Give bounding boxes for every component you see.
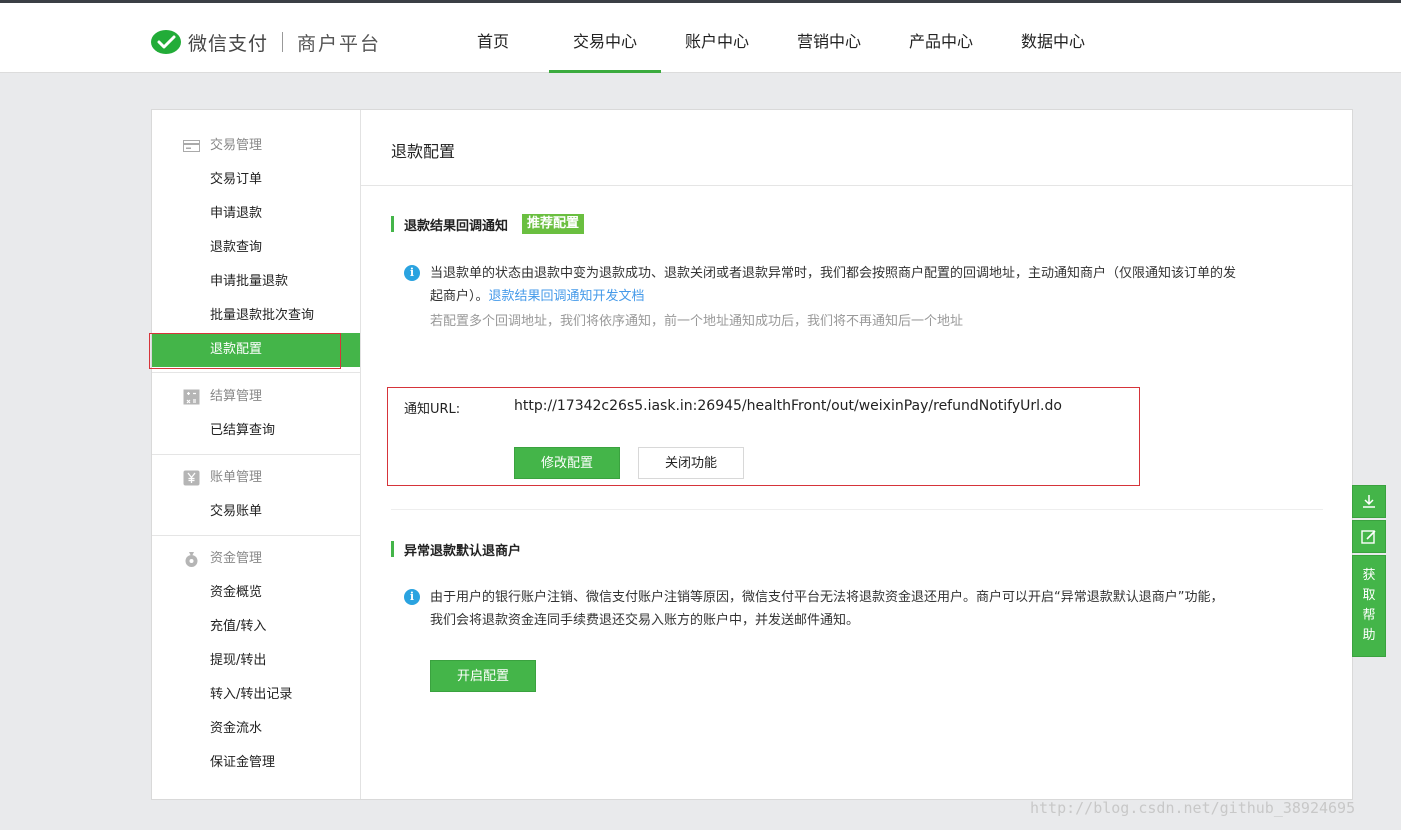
brand-name: 微信支付 [188,32,269,55]
nav-account-center[interactable]: 账户中心 [661,3,773,73]
sidebar-group-settle: 结算管理 已结算查询 [152,380,360,448]
sidebar-group-trade: 交易管理 交易订单 申请退款 退款查询 申请批量退款 批量退款批次查询 退款配置 [152,129,360,367]
sidebar-group-label: 交易管理 [210,138,263,153]
info-paragraph-line2: 我们会将退款资金连同手续费退还交易入账方的账户中，并发送邮件通知。 [430,613,860,628]
info-icon: i [404,265,420,281]
recommended-badge: 推荐配置 [522,214,585,234]
main-nav: 首页 交易中心 账户中心 营销中心 产品中心 数据中心 [437,3,1109,73]
float-help-button[interactable]: 获 取 帮 助 [1352,555,1386,657]
sidebar-item-refund-query[interactable]: 退款查询 [152,231,360,265]
logo-divider [282,32,284,52]
sidebar-group-title: 账单管理 [152,461,360,495]
page-title: 退款配置 [391,142,456,161]
nav-data-center[interactable]: 数据中心 [997,3,1109,73]
header: 微信支付 商户平台 首页 交易中心 账户中心 营销中心 产品中心 数据中心 [0,3,1401,73]
float-download-button[interactable] [1352,485,1386,518]
help-char: 助 [1362,628,1376,643]
sidebar-group-title: 资金管理 [152,542,360,576]
abnormal-refund-info: i 由于用户的银行账户注销、微信支付账户注销等原因，微信支付平台无法将退款资金退… [404,586,1304,632]
info-paragraph-line2: 起商户）。 [430,289,489,304]
logo[interactable]: 微信支付 商户平台 [151,27,381,57]
sidebar-item-deposit-management[interactable]: 保证金管理 [152,746,360,780]
help-char: 取 [1362,588,1376,603]
watermark: http://blog.csdn.net/github_38924695 [1030,799,1356,817]
sidebar-divider [152,372,360,373]
sidebar-divider [152,535,360,536]
wechat-pay-logo-icon [151,29,181,54]
download-icon [1363,494,1375,508]
money-bag-icon [185,552,198,567]
info-note: 若配置多个回调地址，我们将依序通知，前一个地址通知成功后，我们将不再通知后一个地… [430,314,964,329]
section-marker [391,216,394,232]
info-text: 由于用户的银行账户注销、微信支付账户注销等原因，微信支付平台无法将退款资金退还用… [430,586,1304,632]
sidebar: 交易管理 交易订单 申请退款 退款查询 申请批量退款 批量退款批次查询 退款配置… [149,110,361,799]
platform-name: 商户平台 [297,32,382,55]
help-label: 获 取 帮 助 [1353,556,1385,646]
title-divider [361,185,1352,186]
sidebar-divider [152,454,360,455]
float-edit-button[interactable] [1352,520,1386,553]
section-heading: 异常退款默认退商户 [404,543,522,559]
info-paragraph-line1: 由于用户的银行账户注销、微信支付账户注销等原因，微信支付平台无法将退款资金退还用… [430,590,1224,605]
sidebar-group-bill: 账单管理 交易账单 [152,461,360,529]
modify-config-button[interactable]: 修改配置 [514,447,620,479]
calculator-icon [183,389,200,405]
sidebar-item-settled-query[interactable]: 已结算查询 [152,414,360,448]
sidebar-item-batch-refund[interactable]: 申请批量退款 [152,265,360,299]
highlight-box-sidebar [149,333,341,369]
nav-home[interactable]: 首页 [437,3,549,73]
main-panel: 交易管理 交易订单 申请退款 退款查询 申请批量退款 批量退款批次查询 退款配置… [149,109,1353,800]
nav-trade-center[interactable]: 交易中心 [549,3,661,73]
notify-url-value: http://17342c26s5.iask.in:26945/healthFr… [514,398,1062,414]
yen-icon [183,470,200,486]
sidebar-item-transfer-records[interactable]: 转入/转出记录 [152,678,360,712]
nav-marketing-center[interactable]: 营销中心 [773,3,885,73]
section-divider [391,509,1323,510]
section-title-refund-notify: 退款结果回调通知 推荐配置 [391,214,585,234]
section-marker [391,541,394,557]
notify-url-label: 通知URL: [404,402,461,417]
sidebar-item-trade-bill[interactable]: 交易账单 [152,495,360,529]
nav-product-center[interactable]: 产品中心 [885,3,997,73]
sidebar-group-title: 结算管理 [152,380,360,414]
sidebar-group-fund: 资金管理 资金概览 充值/转入 提现/转出 转入/转出记录 资金流水 保证金管理 [152,542,360,780]
info-text: 当退款单的状态由退款中变为退款成功、退款关闭或者退款异常时，我们都会按照商户配置… [430,262,1304,308]
sidebar-item-recharge[interactable]: 充值/转入 [152,610,360,644]
sidebar-item-fund-flow[interactable]: 资金流水 [152,712,360,746]
sidebar-item-batch-refund-query[interactable]: 批量退款批次查询 [152,299,360,333]
help-char: 帮 [1362,608,1376,623]
sidebar-group-title: 交易管理 [152,129,360,163]
sidebar-item-withdraw[interactable]: 提现/转出 [152,644,360,678]
info-paragraph-line1: 当退款单的状态由退款中变为退款成功、退款关闭或者退款异常时，我们都会按照商户配置… [430,266,1237,281]
dev-doc-link[interactable]: 退款结果回调通知开发文档 [489,289,645,304]
card-icon [183,140,200,152]
sidebar-item-fund-overview[interactable]: 资金概览 [152,576,360,610]
section-title-abnormal-refund: 异常退款默认退商户 [391,539,521,559]
content-area: 退款配置 退款结果回调通知 推荐配置 i 当退款单的状态由退款中变为退款成功、退… [361,110,1352,799]
edit-icon [1361,529,1376,544]
close-feature-button[interactable]: 关闭功能 [638,447,744,479]
sidebar-group-label: 账单管理 [210,470,263,485]
info-icon: i [404,589,420,605]
sidebar-item-trade-orders[interactable]: 交易订单 [152,163,360,197]
sidebar-group-label: 资金管理 [210,551,263,566]
refund-notify-info: i 当退款单的状态由退款中变为退款成功、退款关闭或者退款异常时，我们都会按照商户… [404,262,1304,333]
help-char: 获 [1362,568,1376,583]
enable-config-button[interactable]: 开启配置 [430,660,536,692]
sidebar-group-label: 结算管理 [210,389,263,404]
sidebar-item-apply-refund[interactable]: 申请退款 [152,197,360,231]
section-heading: 退款结果回调通知 [404,218,509,234]
